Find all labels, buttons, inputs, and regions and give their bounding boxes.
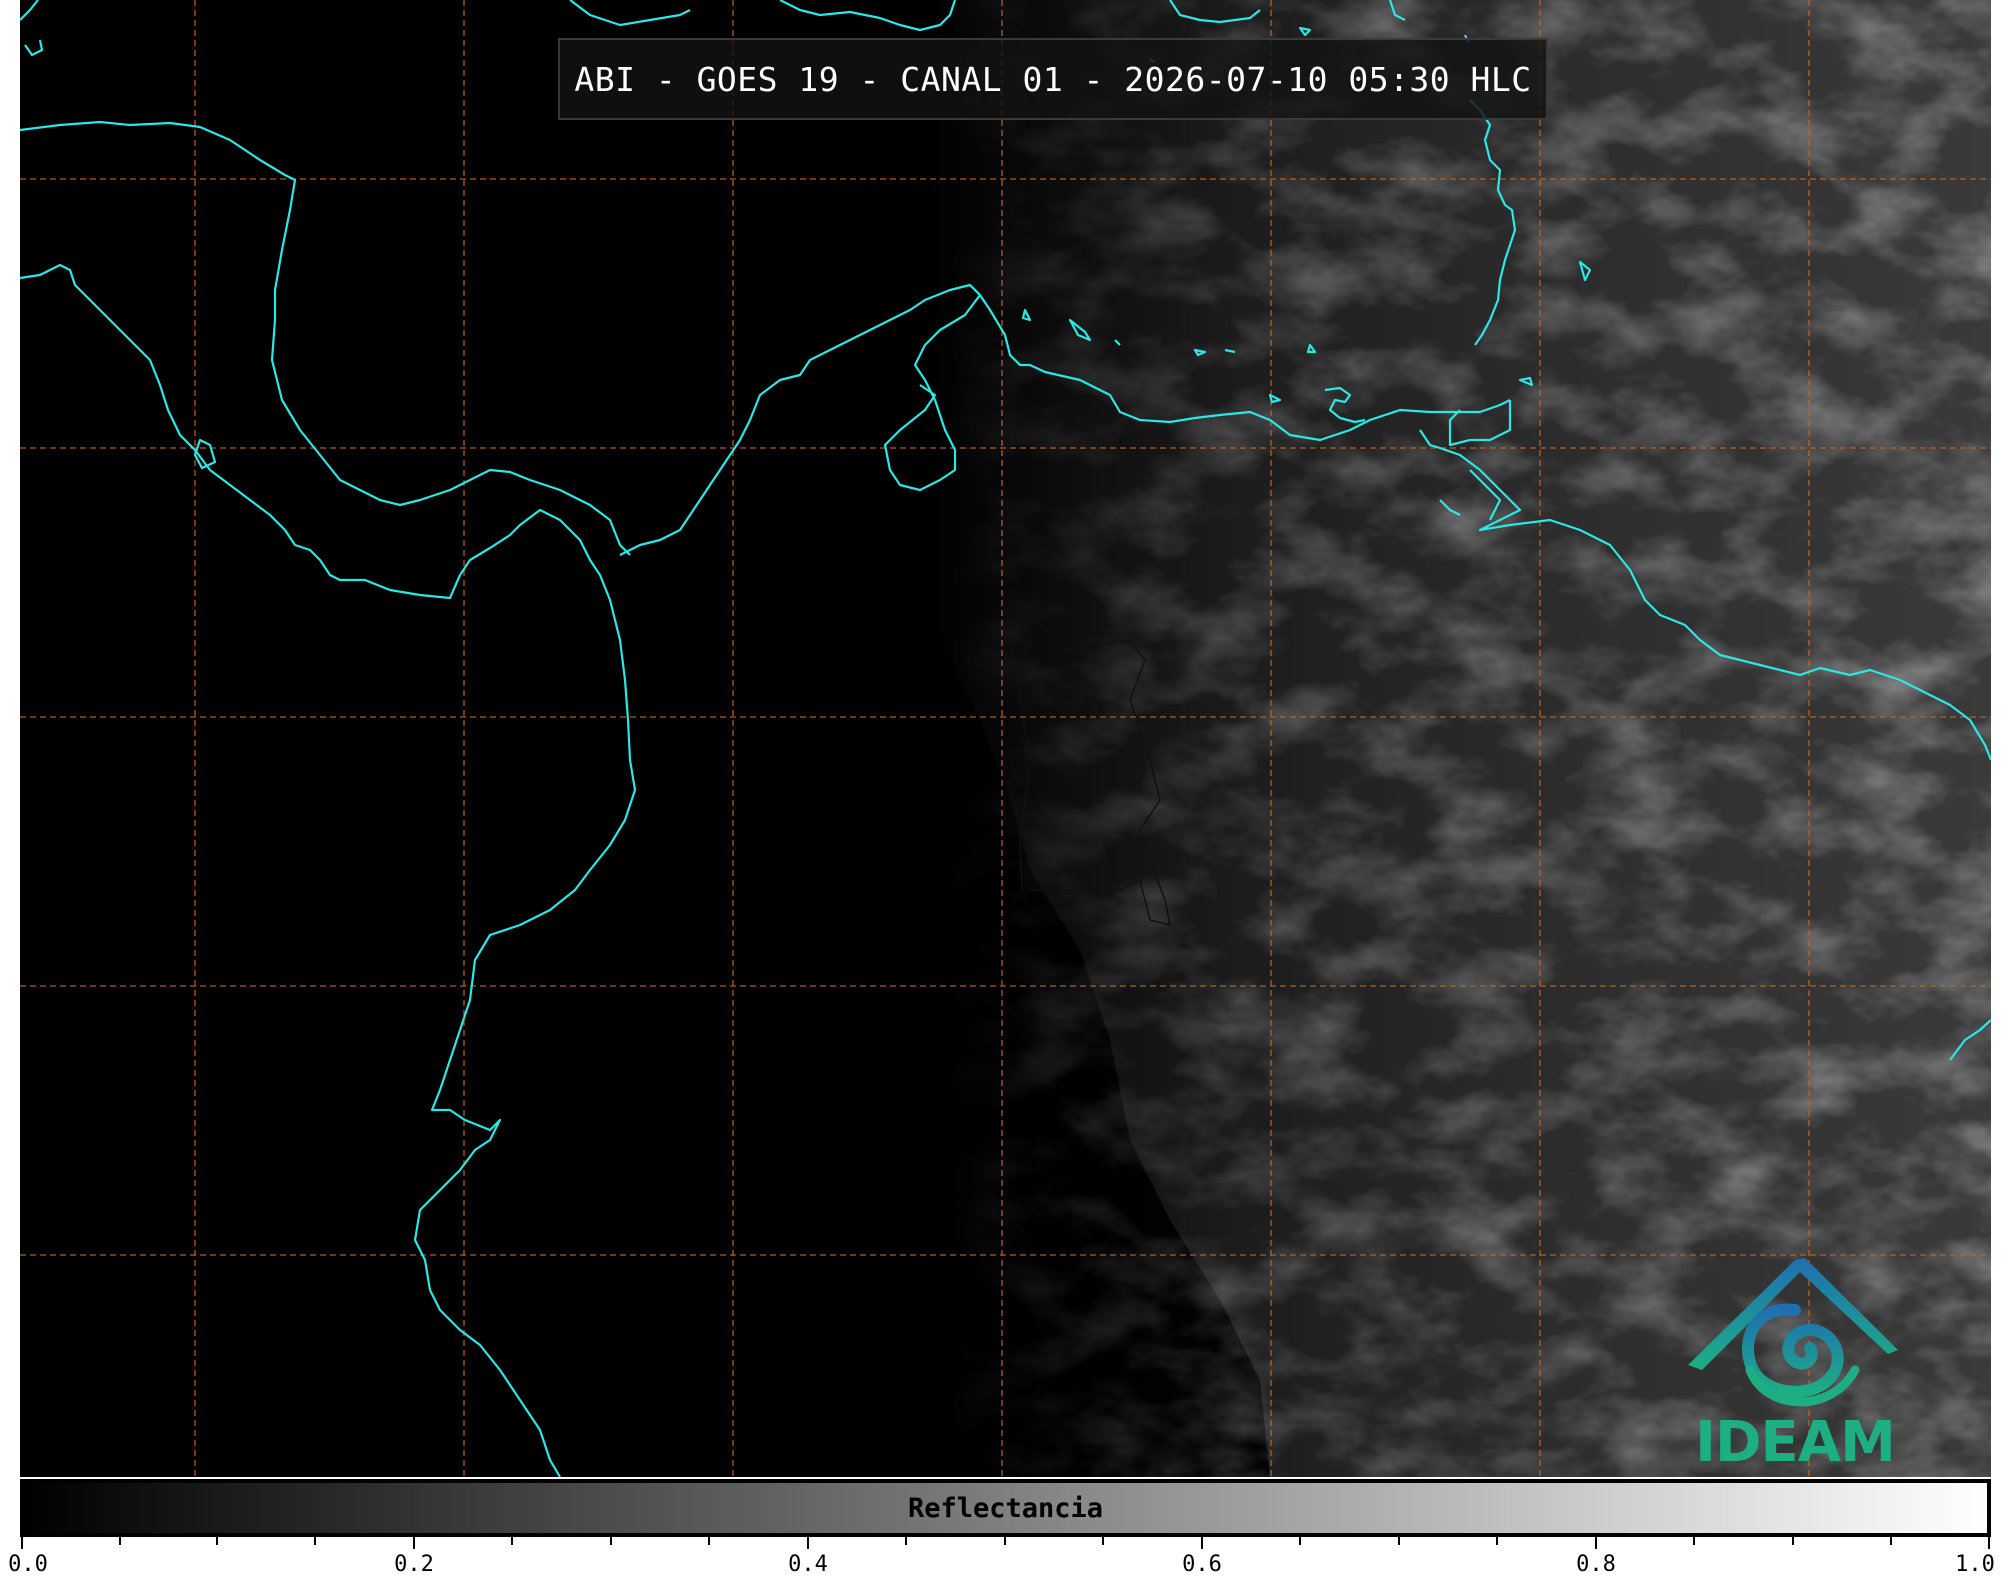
logo-text: IDEAM [1695,1410,1896,1475]
colorbar-tick-label: 0.4 [788,1552,828,1577]
colorbar-tick-label: 0.8 [1576,1552,1616,1577]
colorbar-tick-label: 0.6 [1182,1552,1222,1577]
colorbar-tick-label: 1.0 [1955,1552,1995,1577]
colorbar-tick-marks [21,1537,1990,1549]
colorbar-label: Reflectancia [907,1492,1104,1524]
colorbar-tick-label: 0.0 [8,1552,48,1577]
colorbar: Reflectancia [20,1479,1991,1537]
ideam-logo-icon: IDEAM [1680,1250,1910,1475]
ideam-logo-graphic [1688,1258,1898,1407]
map-title: ABI - GOES 19 - CANAL 01 - 2026-07-10 05… [574,59,1532,99]
colorbar-ticks: 0.0 0.2 0.4 0.6 0.8 1.0 [8,1537,1995,1577]
colorbar-tick-label: 0.2 [394,1552,434,1577]
satellite-image-panel: ABI - GOES 19 - CANAL 01 - 2026-07-10 05… [20,0,1991,1477]
title-box: ABI - GOES 19 - CANAL 01 - 2026-07-10 05… [558,38,1548,120]
